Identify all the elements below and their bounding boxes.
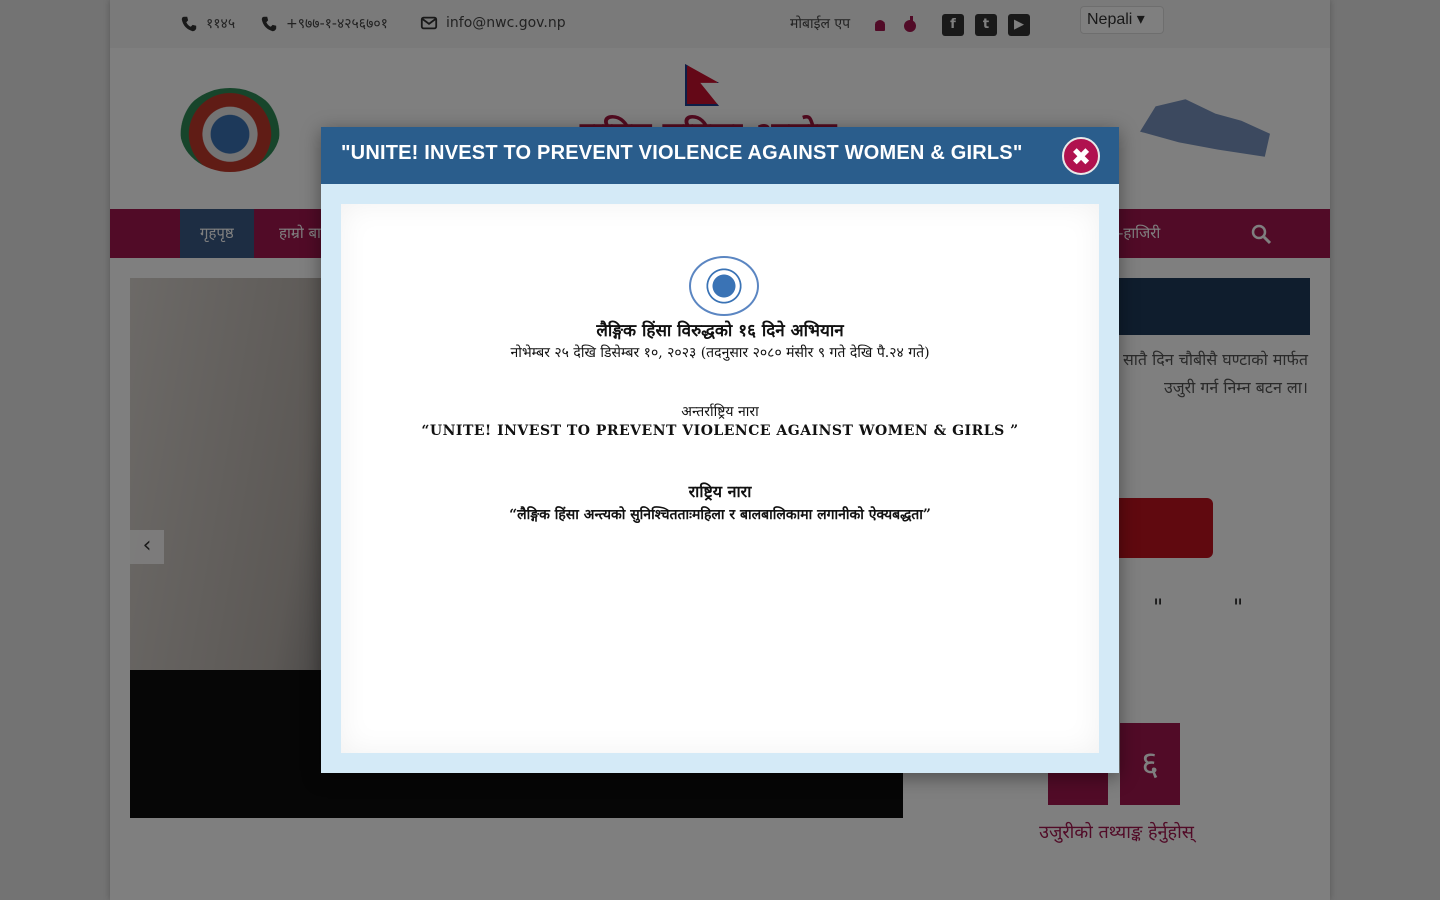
notice-dates: नोभेम्बर २५ देखि डिसेम्बर १०, २०२३ (तदनु… [510, 345, 930, 361]
government-emblem-icon [689, 256, 759, 316]
modal-header: "UNITE! INVEST TO PREVENT VIOLENCE AGAIN… [321, 127, 1119, 184]
notice-image: लैङ्गिक हिंसा विरुद्धको १६ दिने अभियान न… [341, 204, 1099, 753]
international-slogan: “UNITE! INVEST TO PREVENT VIOLENCE AGAIN… [421, 423, 1019, 439]
campaign-modal: "UNITE! INVEST TO PREVENT VIOLENCE AGAIN… [321, 127, 1119, 773]
international-slogan-heading: अन्तर्राष्ट्रिय नारा [681, 404, 759, 420]
national-slogan-heading: राष्ट्रिय नारा [688, 482, 752, 501]
national-slogan: “लैङ्गिक हिंसा अन्त्यको सुनिश्चितताःमहिल… [509, 507, 931, 523]
close-icon[interactable]: ✖ [1062, 137, 1100, 175]
notice-title: लैङ्गिक हिंसा विरुद्धको १६ दिने अभियान [596, 321, 844, 341]
modal-title: "UNITE! INVEST TO PREVENT VIOLENCE AGAIN… [341, 142, 1023, 164]
